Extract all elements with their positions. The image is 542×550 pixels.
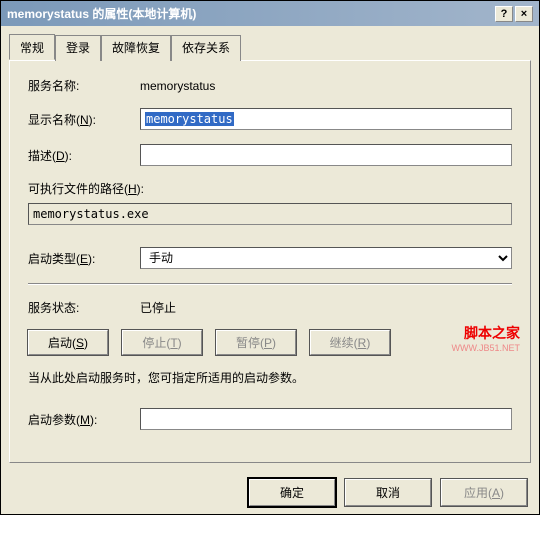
help-button[interactable]: ? [495, 6, 513, 22]
apply-button: 应用(A) [441, 479, 527, 506]
description-input[interactable] [140, 144, 512, 166]
close-button[interactable]: × [515, 6, 533, 22]
display-name-label: 显示名称(N): [28, 111, 140, 128]
titlebar: memorystatus 的属性(本地计算机) ? × [1, 1, 539, 26]
pause-button: 暂停(P) [216, 330, 296, 355]
tab-recovery[interactable]: 故障恢复 [101, 35, 171, 61]
tabs: 常规 登录 故障恢复 依存关系 [9, 34, 531, 60]
startup-type-label: 启动类型(E): [28, 250, 140, 267]
service-control-buttons: 启动(S) 停止(T) 暂停(P) 继续(R) [28, 330, 512, 355]
exec-path-input[interactable] [28, 203, 512, 225]
display-name-input[interactable]: memorystatus [140, 108, 512, 130]
separator [28, 283, 512, 285]
description-label: 描述(D): [28, 147, 140, 164]
stop-button: 停止(T) [122, 330, 202, 355]
tab-panel-general: 服务名称: memorystatus 显示名称(N): memorystatus… [9, 60, 531, 463]
display-name-selection: memorystatus [145, 112, 234, 126]
exec-path-label: 可执行文件的路径(H): [28, 180, 512, 197]
ok-button[interactable]: 确定 [249, 479, 335, 506]
service-status-value: 已停止 [140, 299, 512, 316]
dialog-footer: 确定 取消 应用(A) [1, 471, 539, 514]
service-status-row: 服务状态: 已停止 [28, 299, 512, 316]
start-params-label: 启动参数(M): [28, 411, 140, 428]
display-name-row: 显示名称(N): memorystatus [28, 108, 512, 130]
tab-dependency[interactable]: 依存关系 [171, 35, 241, 61]
start-params-input[interactable] [140, 408, 512, 430]
service-name-value: memorystatus [140, 79, 512, 93]
description-row: 描述(D): [28, 144, 512, 166]
resume-button: 继续(R) [310, 330, 390, 355]
start-params-hint: 当从此处启动服务时，您可指定所适用的启动参数。 [28, 369, 512, 386]
service-name-label: 服务名称: [28, 77, 140, 94]
startup-type-select[interactable]: 手动 [140, 247, 512, 269]
service-status-label: 服务状态: [28, 299, 140, 316]
service-name-row: 服务名称: memorystatus [28, 77, 512, 94]
cancel-button[interactable]: 取消 [345, 479, 431, 506]
properties-dialog: memorystatus 的属性(本地计算机) ? × 常规 登录 故障恢复 依… [0, 0, 540, 515]
tab-logon[interactable]: 登录 [55, 35, 101, 61]
startup-type-row: 启动类型(E): 手动 [28, 247, 512, 269]
start-params-row: 启动参数(M): [28, 408, 512, 430]
start-button[interactable]: 启动(S) [28, 330, 108, 355]
titlebar-buttons: ? × [495, 6, 533, 22]
tab-general[interactable]: 常规 [9, 34, 55, 60]
titlebar-text: memorystatus 的属性(本地计算机) [7, 5, 495, 22]
